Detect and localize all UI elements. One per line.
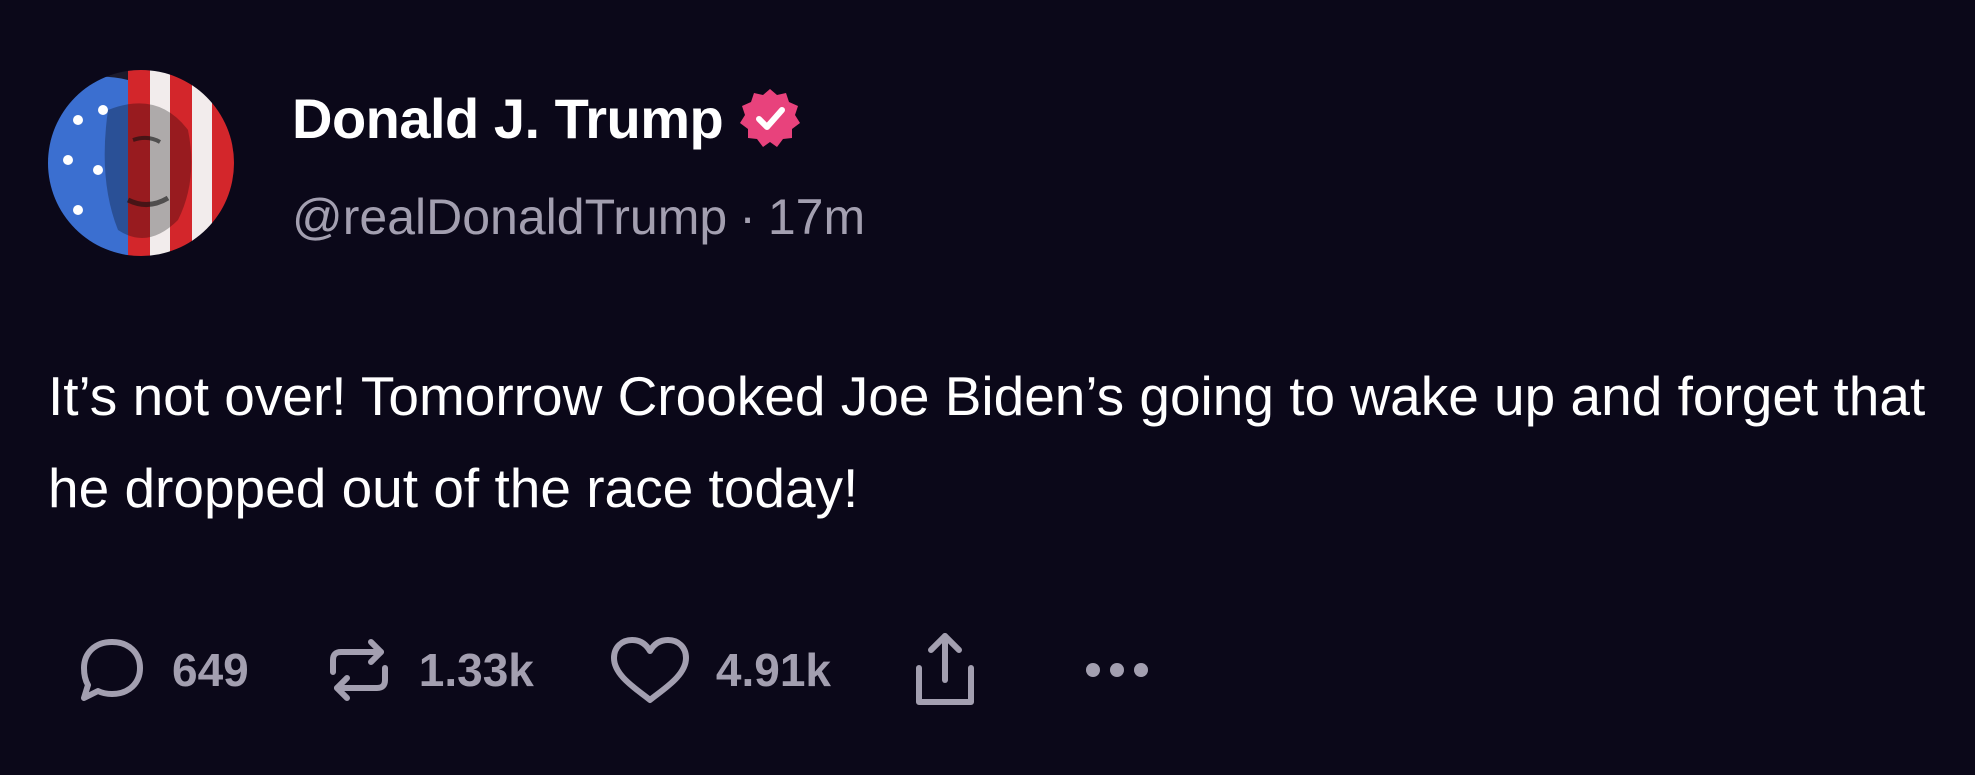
more-icon: [1086, 663, 1148, 677]
reply-icon: [81, 639, 143, 701]
like-count: 4.91k: [715, 644, 831, 696]
post-text: It’s not over! Tomorrow Crooked Joe Bide…: [48, 365, 1926, 519]
author-meta: @realDonaldTrump · 17m: [292, 188, 865, 246]
display-name[interactable]: Donald J. Trump: [292, 86, 724, 151]
heart-icon: [610, 637, 689, 703]
reply-count: 649: [172, 644, 249, 696]
share-icon: [916, 633, 974, 705]
author-handle[interactable]: @realDonaldTrump: [292, 189, 727, 245]
more-button[interactable]: [1081, 658, 1153, 682]
action-bar: 649 1.33k 4.91k: [76, 628, 1153, 712]
reply-button[interactable]: 649: [76, 634, 249, 706]
avatar-image: [48, 70, 234, 256]
avatar[interactable]: [48, 70, 234, 256]
repost-icon: [329, 639, 388, 701]
verified-badge-icon: [739, 87, 801, 149]
repost-count: 1.33k: [418, 644, 534, 696]
like-button[interactable]: 4.91k: [608, 634, 831, 706]
share-button[interactable]: [909, 628, 981, 712]
meta-separator: ·: [739, 189, 756, 245]
repost-button[interactable]: 1.33k: [323, 634, 534, 706]
author-name-row: Donald J. Trump: [292, 80, 801, 156]
post-timestamp[interactable]: 17m: [768, 189, 865, 245]
post-card: Donald J. Trump @realDonaldTrump · 17m It’…: [0, 0, 1975, 775]
